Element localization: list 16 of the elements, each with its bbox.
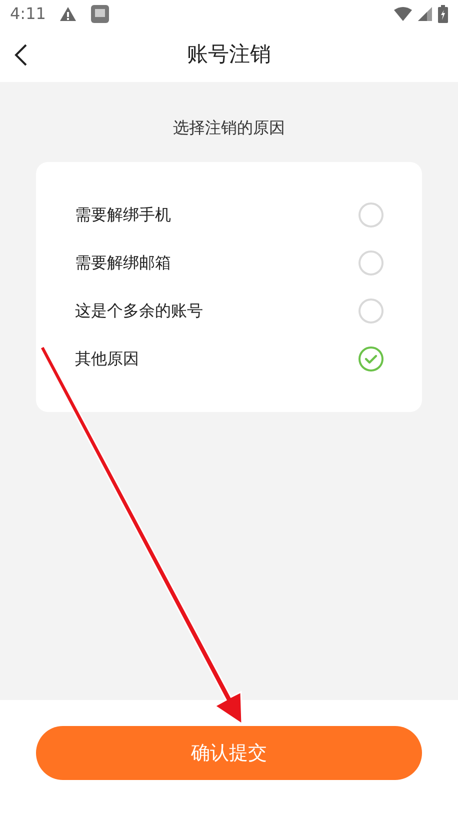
reason-label[interactable]: 需要解绑邮箱 (75, 251, 171, 275)
wifi-icon (394, 7, 412, 21)
warning-icon (60, 7, 76, 21)
reason-label[interactable]: 其他原因 (75, 347, 139, 371)
signal-icon (418, 7, 432, 21)
status-time: 4:11 (10, 3, 46, 25)
radio-icon[interactable] (358, 298, 384, 324)
radio-icon[interactable] (358, 250, 384, 276)
battery-icon (438, 5, 448, 23)
radio-checked-icon[interactable] (358, 346, 384, 372)
reason-label[interactable]: 这是个多余的账号 (75, 299, 203, 323)
radio-icon[interactable] (358, 202, 384, 228)
page-title: 账号注销 (187, 41, 271, 68)
reason-label[interactable]: 需要解绑手机 (75, 203, 171, 227)
app-notification-icon (90, 4, 110, 24)
section-title: 选择注销的原因 (173, 117, 285, 139)
